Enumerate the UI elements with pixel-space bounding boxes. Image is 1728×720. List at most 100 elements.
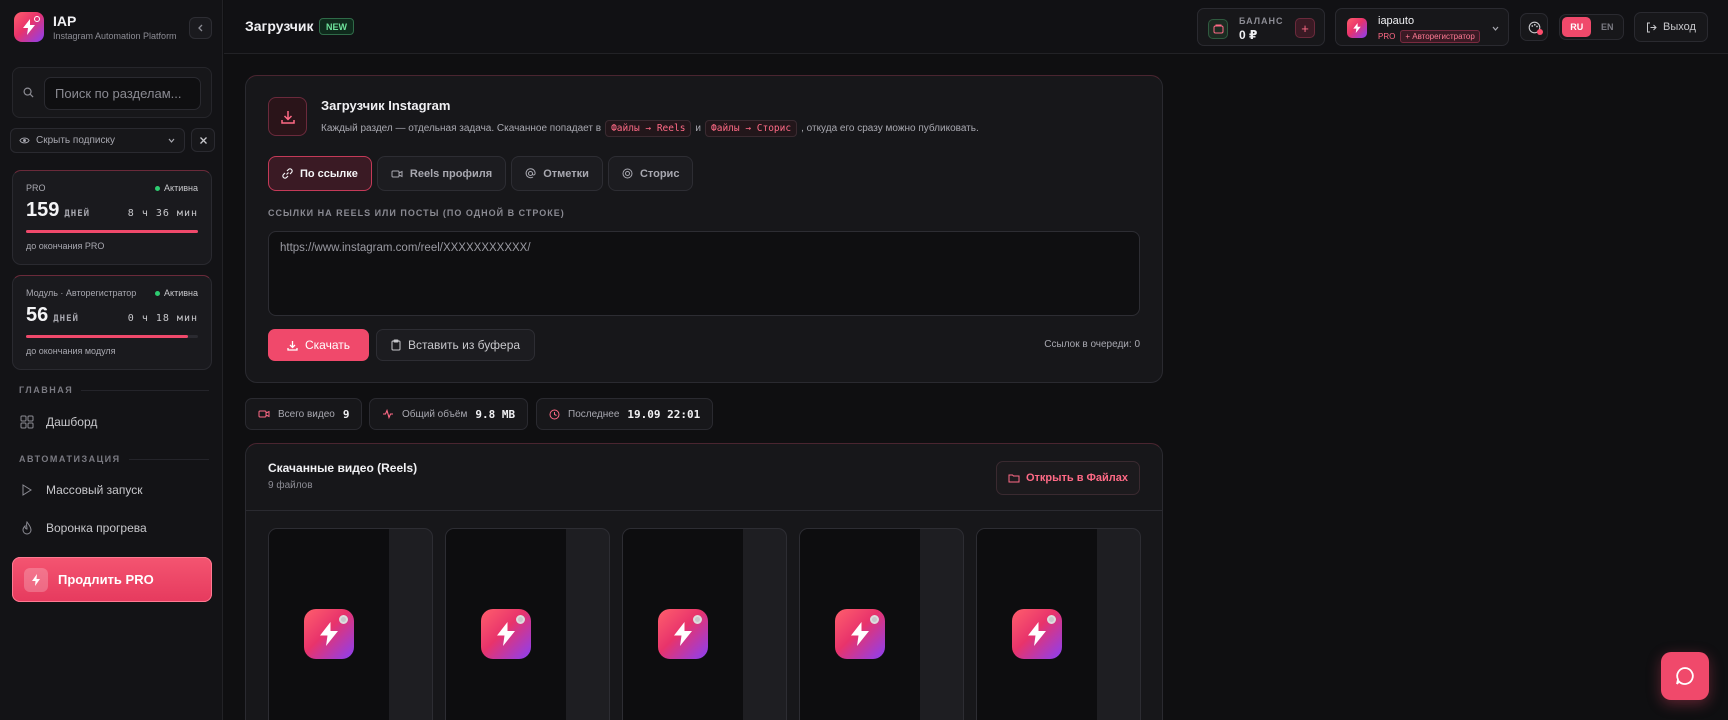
close-icon <box>199 136 207 144</box>
stat-total-size: Общий объём 9.8 MB <box>369 398 529 430</box>
search-icon <box>23 87 34 98</box>
time-remaining: 0 ч 18 мин <box>127 313 198 324</box>
wallet-icon <box>1208 19 1228 39</box>
stat-label: Последнее <box>568 408 620 420</box>
tab-stories[interactable]: Сторис <box>607 156 694 191</box>
downloader-title: Загрузчик Instagram <box>321 98 451 113</box>
stat-value: 19.09 22:01 <box>627 407 701 421</box>
days-unit: ДНЕЙ <box>64 209 91 219</box>
chevron-left-icon <box>197 24 202 32</box>
notification-dot <box>1537 29 1543 35</box>
lang-en-button[interactable]: EN <box>1593 17 1621 37</box>
bolt-icon <box>24 567 48 592</box>
download-icon <box>287 340 298 351</box>
clipboard-icon <box>391 339 401 351</box>
avatar <box>1347 18 1367 38</box>
sidebar-item-label: Дашборд <box>46 415 98 429</box>
balance-widget: БАЛАНС 0 ₽ + <box>1197 8 1325 46</box>
video-thumbnail-logo-icon <box>304 609 354 659</box>
videos-count: 9 файлов <box>268 480 313 491</box>
reels-path-chip: Файлы → Reels <box>605 120 692 137</box>
progress-bar <box>26 230 198 233</box>
clock-icon <box>549 409 560 419</box>
status-badge: Активна <box>155 288 198 298</box>
download-button[interactable]: Скачать <box>268 329 369 361</box>
brand[interactable]: IAP Instagram Automation Platform <box>14 12 177 42</box>
close-subscription-button[interactable] <box>191 128 215 152</box>
video-thumbnail-logo-icon <box>835 609 885 659</box>
status-dot-icon <box>155 290 161 296</box>
status-badge: Активна <box>155 183 198 193</box>
sidebar-item-mass-launch[interactable]: Массовый запуск <box>20 483 142 497</box>
links-textarea[interactable] <box>268 231 1140 316</box>
stat-total-videos: Всего видео 9 <box>245 398 363 430</box>
extend-pro-label: Продлить PRO <box>58 572 154 587</box>
balance-value: 0 ₽ <box>1239 28 1258 42</box>
sidebar: IAP Instagram Automation Platform Скрыть… <box>0 0 223 720</box>
days-remaining: 159 <box>26 199 60 221</box>
video-thumbnail-logo-icon <box>481 609 531 659</box>
search-input[interactable] <box>44 77 201 110</box>
stat-value: 9 <box>342 407 350 421</box>
downloaded-videos-panel: Скачанные видео (Reels) 9 файлов Открыть… <box>245 443 1163 720</box>
link-icon <box>282 168 293 179</box>
user-menu[interactable]: iapauto PRO + Авторегистратор <box>1335 8 1509 46</box>
logout-button[interactable]: Выход <box>1634 12 1708 42</box>
collapse-sidebar-button[interactable] <box>189 17 212 39</box>
hide-subscription-dropdown[interactable]: Скрыть подписку <box>10 128 185 153</box>
sidebar-item-label: Массовый запуск <box>46 483 143 497</box>
app-logo-icon <box>14 12 44 42</box>
new-badge: NEW <box>319 18 354 35</box>
paste-from-clipboard-button[interactable]: Вставить из буфера <box>376 329 535 361</box>
download-icon <box>268 97 307 136</box>
tab-profile-reels[interactable]: Reels профиля <box>376 156 507 191</box>
subscription-footer: до окончания PRO <box>26 241 105 251</box>
sidebar-item-label: Воронка прогрева <box>46 521 147 535</box>
video-thumbnail-logo-icon <box>658 609 708 659</box>
logout-icon <box>1647 22 1657 32</box>
status-dot-icon <box>155 185 161 191</box>
downloader-description: Каждый раздел — отдельная задача. Скачан… <box>321 120 979 137</box>
flame-icon <box>22 521 32 535</box>
stories-circle-icon <box>622 168 633 179</box>
tab-by-link[interactable]: По ссылке <box>268 156 372 191</box>
video-card[interactable] <box>799 528 964 720</box>
stories-path-chip: Файлы → Сторис <box>705 120 798 137</box>
theme-palette-button[interactable] <box>1520 13 1548 41</box>
brand-title: IAP <box>53 13 77 29</box>
video-card[interactable] <box>445 528 610 720</box>
video-card[interactable] <box>622 528 787 720</box>
hide-subscription-label: Скрыть подписку <box>36 135 115 146</box>
brand-subtitle: Instagram Automation Platform <box>53 31 177 41</box>
video-icon <box>258 410 270 418</box>
sidebar-item-warmup-funnel[interactable]: Воронка прогрева <box>20 521 147 535</box>
progress-bar <box>26 335 198 338</box>
downloader-tabs: По ссылке Reels профиля Отметки Сторис <box>268 156 694 191</box>
stat-value: 9.8 MB <box>475 407 516 421</box>
videos-header: Скачанные видео (Reels) 9 файлов Открыть… <box>246 444 1162 511</box>
video-card[interactable] <box>268 528 433 720</box>
videos-grid <box>268 528 1141 720</box>
open-in-files-button[interactable]: Открыть в Файлах <box>996 461 1140 495</box>
days-remaining: 56 <box>26 304 49 326</box>
tab-mentions[interactable]: Отметки <box>511 156 603 191</box>
activity-icon <box>383 409 393 419</box>
sidebar-item-dashboard[interactable]: Дашборд <box>20 415 97 429</box>
subscription-card-pro: PRO Активна 159 ДНЕЙ 8 ч 36 мин до оконч… <box>12 170 212 265</box>
chat-bubble-icon <box>1676 667 1694 685</box>
video-icon <box>391 170 403 177</box>
user-tier: PRO + Авторегистратор <box>1378 30 1480 43</box>
queue-count: Ссылок в очереди: 0 <box>1044 339 1140 350</box>
username: iapauto <box>1378 15 1415 27</box>
downloader-panel: Загрузчик Instagram Каждый раздел — отде… <box>245 75 1163 383</box>
lang-ru-button[interactable]: RU <box>1562 17 1592 37</box>
support-chat-button[interactable] <box>1661 652 1709 700</box>
extend-pro-button[interactable]: Продлить PRO <box>12 557 212 602</box>
section-label-main: ГЛАВНАЯ <box>19 385 209 395</box>
add-balance-button[interactable]: + <box>1295 18 1315 38</box>
subscription-label: PRO <box>26 183 46 193</box>
tier-tag: + Авторегистратор <box>1400 30 1480 43</box>
video-card[interactable] <box>976 528 1141 720</box>
subscription-label: Модуль · Авторегистратор <box>26 288 137 298</box>
balance-label: БАЛАНС <box>1239 16 1284 26</box>
